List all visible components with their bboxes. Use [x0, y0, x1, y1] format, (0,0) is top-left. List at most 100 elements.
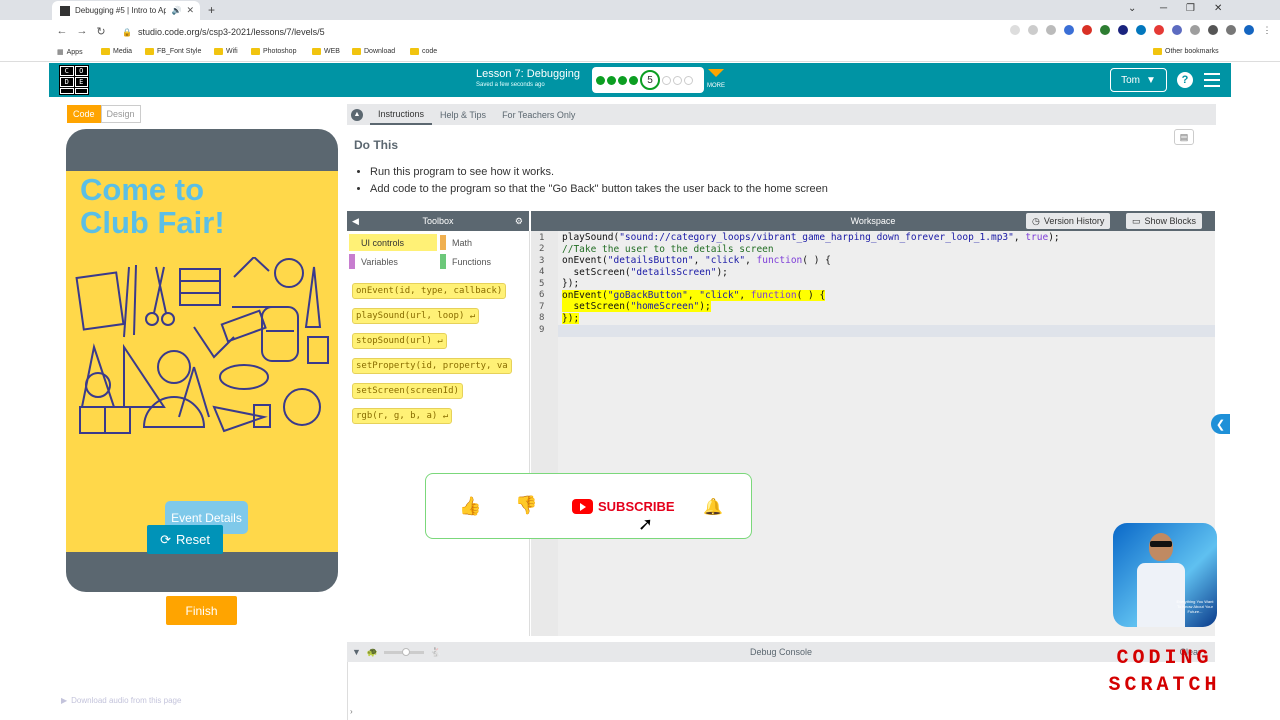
code-line-9[interactable] [562, 324, 568, 336]
bookmark-photoshop[interactable]: Photoshop [251, 48, 296, 55]
menu-dots-icon[interactable]: ⋮ [1262, 25, 1272, 35]
reload-button[interactable]: ↻ [91, 25, 111, 38]
puzzle-icon[interactable] [1208, 25, 1218, 35]
speed-slider[interactable] [384, 647, 425, 656]
block-playsound[interactable]: playSound(url, loop) ↵ [352, 308, 480, 324]
extension-icon[interactable] [1154, 25, 1164, 35]
side-panel-tab[interactable]: ❮ [1211, 414, 1230, 434]
new-tab-button[interactable]: + [208, 3, 215, 17]
extension-icon[interactable] [1082, 25, 1092, 35]
extension-icon[interactable] [1100, 25, 1110, 35]
immersive-reader-icon[interactable]: ▤ [1174, 129, 1194, 145]
code-line-1[interactable]: playSound("sound://category_loops/vibran… [562, 232, 1060, 244]
tab-help-tips[interactable]: Help & Tips [432, 104, 494, 125]
other-bookmarks[interactable]: Other bookmarks [1153, 48, 1219, 55]
more-button[interactable]: MORE [707, 67, 725, 89]
category-variables[interactable]: Variables [349, 253, 437, 270]
close-window-button[interactable]: ✕ [1214, 3, 1222, 14]
bookmark-download[interactable]: Download [352, 48, 395, 55]
version-history-button[interactable]: ◷ Version History [1026, 213, 1111, 229]
code-line-2[interactable]: //Take the user to the details screen [562, 244, 774, 256]
debug-console-title: Debug Console [749, 647, 813, 657]
thumbs-up-icon[interactable]: 👍 [459, 496, 481, 517]
code-line-8[interactable]: }); [562, 312, 580, 325]
folder-icon [352, 48, 361, 55]
minimize-button[interactable]: ─ [1160, 3, 1167, 14]
back-button[interactable]: ← [52, 25, 72, 37]
speaker-icon[interactable]: 🔊 [171, 6, 181, 15]
lesson-title[interactable]: Lesson 7: Debugging [476, 68, 580, 80]
share-icon[interactable] [1028, 25, 1038, 35]
level-dot-4[interactable] [629, 75, 638, 85]
bookmark-web[interactable]: WEB [312, 48, 340, 55]
instruction-item: Run this program to see how it works. [370, 164, 828, 181]
lock-icon: 🔒 [122, 27, 132, 37]
folder-icon [312, 48, 321, 55]
user-menu-button[interactable]: Tom ▼ [1110, 68, 1167, 92]
active-line [558, 325, 1215, 337]
maximize-button[interactable]: ❐ [1186, 3, 1195, 14]
tab-for-teachers[interactable]: For Teachers Only [494, 104, 583, 125]
level-dot-6[interactable] [662, 75, 671, 85]
chevron-down-icon[interactable]: ⌄ [1128, 3, 1136, 14]
help-icon[interactable]: ? [1177, 72, 1193, 88]
download-audio-bar[interactable]: ▶ Download audio from this page [61, 696, 181, 705]
block-setproperty[interactable]: setProperty(id, property, va [352, 358, 512, 374]
debug-console-output[interactable]: › [347, 662, 1215, 720]
block-stopsound[interactable]: stopSound(url) ↵ [352, 333, 447, 349]
category-functions[interactable]: Functions [440, 253, 528, 270]
code-line-5[interactable]: }); [562, 278, 579, 290]
profile-avatar[interactable] [1244, 25, 1254, 35]
instructions-panel: ▲ Instructions Help & Tips For Teachers … [347, 104, 1216, 206]
extension-icon[interactable] [1172, 25, 1182, 35]
extension-icon[interactable] [1136, 25, 1146, 35]
hamburger-menu-icon[interactable] [1204, 73, 1220, 91]
collapse-console-icon[interactable]: ▼ [352, 647, 361, 657]
current-level-dot[interactable]: 5 [640, 70, 660, 90]
tab-instructions[interactable]: Instructions [370, 104, 433, 125]
level-dot-2[interactable] [607, 75, 616, 85]
thumbs-down-icon[interactable]: 👎 [515, 495, 537, 516]
design-mode-button[interactable]: Design [100, 105, 141, 123]
block-rgb[interactable]: rgb(r, g, b, a) ↵ [352, 408, 453, 424]
block-setscreen[interactable]: setScreen(screenId) [352, 383, 463, 399]
level-dot-3[interactable] [618, 75, 627, 85]
category-math[interactable]: Math [440, 234, 528, 251]
bookmark-wifi[interactable]: Wifi [214, 48, 238, 55]
reset-button[interactable]: ⟳ Reset [147, 525, 223, 554]
collapse-toolbox-icon[interactable]: ◀ [352, 216, 359, 227]
bookmark-fb-font[interactable]: FB_Font Style [145, 48, 201, 55]
bookmark-code[interactable]: code [410, 48, 437, 55]
forward-button[interactable]: → [72, 25, 92, 37]
extension-icon[interactable] [1118, 25, 1128, 35]
zoom-icon[interactable] [1010, 25, 1020, 35]
level-dot-8[interactable] [684, 75, 693, 85]
star-icon[interactable] [1046, 25, 1056, 35]
code-line-7[interactable]: setScreen("homeScreen"); [562, 301, 711, 313]
browser-tab[interactable]: Debugging #5 | Intro to App 🔊 ✕ [52, 1, 200, 20]
code-line-3[interactable]: onEvent("detailsButton", "click", functi… [562, 255, 831, 267]
block-onevent[interactable]: onEvent(id, type, callback) [352, 283, 507, 299]
code-line-4[interactable]: setScreen("detailsScreen"); [562, 267, 727, 279]
code-mode-button[interactable]: Code [67, 105, 101, 123]
tab-title: Debugging #5 | Intro to App [75, 6, 167, 15]
extension-icon[interactable] [1064, 25, 1074, 35]
close-tab-icon[interactable]: ✕ [186, 5, 194, 16]
codeorg-logo[interactable]: C O D E [59, 65, 89, 95]
code-line-6[interactable]: onEvent("goBackButton", "click", functio… [562, 289, 826, 302]
url-field[interactable]: 🔒 studio.code.org/s/csp3-2021/lessons/7/… [112, 23, 1012, 41]
category-ui-controls[interactable]: UI controls [349, 234, 437, 251]
clock-icon: ◷ [1032, 215, 1040, 226]
collapse-icon[interactable]: ▲ [351, 108, 363, 121]
level-dot-1[interactable] [596, 75, 605, 85]
gear-icon[interactable]: ⚙ [515, 216, 523, 227]
show-blocks-button[interactable]: ▭ Show Blocks [1126, 213, 1203, 229]
subscribe-button[interactable]: SUBSCRIBE [598, 499, 675, 514]
bookmark-apps[interactable]: ▦ Apps [57, 48, 83, 57]
extension-icon[interactable] [1190, 25, 1200, 35]
sidebar-icon[interactable] [1226, 25, 1236, 35]
level-dot-7[interactable] [673, 75, 682, 85]
finish-button[interactable]: Finish [166, 596, 237, 625]
bookmark-media[interactable]: Media [101, 48, 132, 55]
bell-icon[interactable]: 🔔 [703, 497, 723, 517]
